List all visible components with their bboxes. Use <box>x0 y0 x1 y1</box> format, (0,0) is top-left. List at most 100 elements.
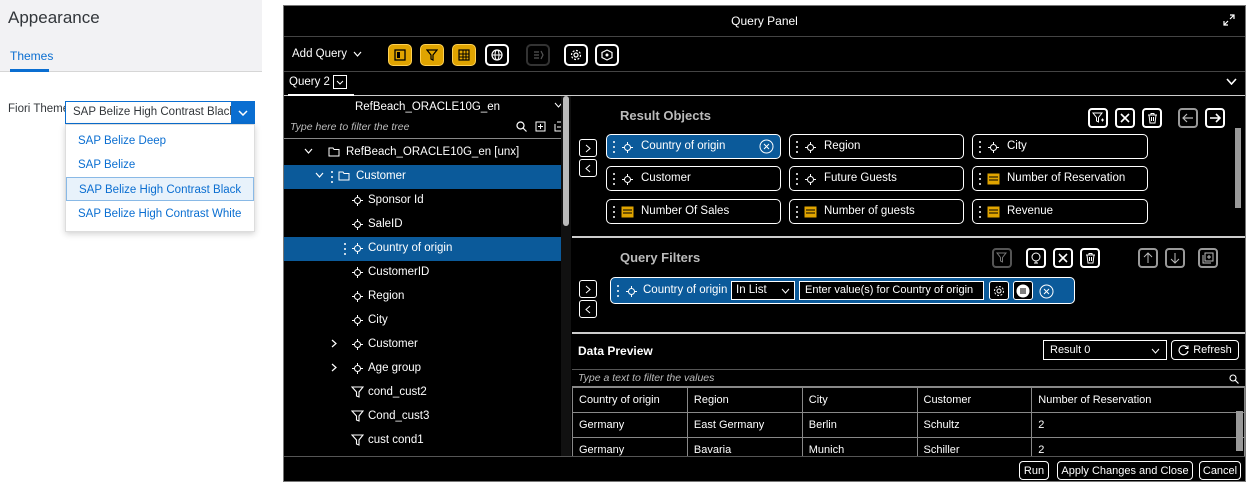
drag-handle-icon[interactable] <box>978 172 982 186</box>
tree-node-filter[interactable]: Cond_cust3 <box>284 405 561 429</box>
move-left-button[interactable] <box>1178 108 1198 128</box>
globe-button[interactable] <box>485 44 509 66</box>
result-object-chip[interactable]: Customer <box>606 166 781 191</box>
column-header[interactable]: Number of Reservation <box>1031 387 1245 413</box>
tree-node-universe[interactable]: RefBeach_ORACLE10G_en [unx] <box>284 141 561 165</box>
tree-node-filter[interactable]: cond_cust2 <box>284 381 561 405</box>
tree-node-dimension[interactable]: Customer <box>284 333 561 357</box>
add-filter-button[interactable] <box>1198 248 1218 268</box>
chevron-down-icon[interactable] <box>1226 78 1237 85</box>
search-icon[interactable] <box>1229 374 1239 384</box>
drag-handle-icon[interactable] <box>330 170 334 184</box>
remove-filter-arrow-button[interactable] <box>579 300 597 318</box>
tree-node-folder[interactable]: Customer <box>284 165 561 189</box>
remove-button[interactable] <box>1115 108 1135 128</box>
result-object-chip[interactable]: Revenue <box>972 199 1148 224</box>
tree-filter-input[interactable]: Type here to filter the tree <box>284 117 571 139</box>
drag-handle-icon[interactable] <box>616 284 620 298</box>
add-filter-arrow-button[interactable] <box>579 280 597 298</box>
add-to-results-button[interactable] <box>579 139 597 157</box>
filter-add-button[interactable] <box>1088 108 1108 128</box>
table-scrollbar-thumb[interactable] <box>1236 411 1243 451</box>
theme-option[interactable]: SAP Belize High Contrast White <box>66 202 254 226</box>
column-header[interactable]: Country of origin <box>572 387 688 413</box>
refresh-button[interactable]: Refresh <box>1171 340 1239 360</box>
results-scrollbar-thumb[interactable] <box>1235 128 1241 208</box>
tree-node-dimension[interactable]: Region <box>284 285 561 309</box>
drag-handle-icon[interactable] <box>978 205 982 219</box>
cancel-button[interactable]: Cancel <box>1199 461 1241 480</box>
properties-button[interactable] <box>564 44 588 66</box>
filter-settings-button[interactable] <box>989 281 1009 300</box>
prompt-button[interactable] <box>1026 248 1046 268</box>
data-preview-toggle-button[interactable] <box>452 44 476 66</box>
result-object-chip[interactable]: Region <box>789 134 964 159</box>
remove-all-filters-button[interactable] <box>1080 248 1100 268</box>
chevron-right-icon[interactable] <box>331 363 337 372</box>
tab-themes[interactable]: Themes <box>10 49 53 63</box>
tree-node-filter[interactable]: cust cond1 <box>284 429 561 453</box>
drag-handle-icon[interactable] <box>795 205 799 219</box>
drag-handle-icon[interactable] <box>795 140 799 154</box>
theme-option-selected[interactable]: SAP Belize High Contrast Black <box>66 177 254 201</box>
settings-button[interactable] <box>595 44 619 66</box>
tree-node-dimension-selected[interactable]: Country of origin <box>284 237 561 261</box>
filter-value-input[interactable]: Enter value(s) for Country of origin <box>799 281 984 300</box>
tree-node-dimension[interactable]: CustomerID <box>284 261 561 285</box>
column-header[interactable]: Region <box>686 387 803 413</box>
query-panel-dialog: Query Panel Add Query Query 2 RefBeach_O… <box>283 5 1246 482</box>
result-object-chip[interactable]: Number Of Sales <box>606 199 781 224</box>
filter-operator-select[interactable]: In List <box>731 281 795 300</box>
filter-toggle-button[interactable] <box>420 44 444 66</box>
search-icon[interactable] <box>516 121 527 132</box>
chevron-down-icon[interactable] <box>231 101 255 124</box>
drag-handle-icon[interactable] <box>343 242 347 256</box>
drag-handle-icon[interactable] <box>612 205 616 219</box>
filter-condition[interactable]: Country of origin In List Enter value(s)… <box>610 277 1075 304</box>
tree-scrollbar-thumb[interactable] <box>563 96 569 226</box>
expand-icon[interactable] <box>1223 14 1235 26</box>
result-object-chip[interactable]: Number of Reservation <box>972 166 1148 191</box>
sql-button[interactable] <box>526 44 550 66</box>
result-object-chip[interactable]: Future Guests <box>789 166 964 191</box>
remove-filter-condition-button[interactable] <box>1037 282 1055 300</box>
remove-all-button[interactable] <box>1142 108 1162 128</box>
filter-menu-button[interactable] <box>1013 281 1033 300</box>
column-header[interactable]: City <box>801 387 918 413</box>
theme-select[interactable]: SAP Belize High Contrast Black <box>65 101 255 124</box>
drag-handle-icon[interactable] <box>612 172 616 186</box>
filter-option-button[interactable] <box>992 248 1012 268</box>
apply-changes-button[interactable]: Apply Changes and Close <box>1057 461 1193 480</box>
add-query-button[interactable]: Add Query <box>292 48 362 60</box>
tree-node-dimension[interactable]: Sponsor Id <box>284 189 561 213</box>
run-button[interactable]: Run <box>1019 461 1049 480</box>
expand-all-icon[interactable] <box>535 121 546 132</box>
drag-handle-icon[interactable] <box>612 140 616 154</box>
chevron-down-icon[interactable] <box>332 75 347 89</box>
remove-circle-icon[interactable] <box>759 139 774 154</box>
values-filter-input[interactable]: Type a text to filter the values <box>572 369 1245 387</box>
result-object-chip[interactable]: Country of origin <box>606 134 781 159</box>
remove-from-results-button[interactable] <box>579 159 597 177</box>
panel-toggle-button[interactable] <box>388 44 412 66</box>
remove-filter-button[interactable] <box>1053 248 1073 268</box>
tree-node-dimension[interactable]: Age group <box>284 357 561 381</box>
tab-query-2[interactable]: Query 2 <box>289 75 347 89</box>
theme-option[interactable]: SAP Belize <box>66 153 254 177</box>
tree-node-dimension[interactable]: SaleID <box>284 213 561 237</box>
column-header[interactable]: Customer <box>916 387 1033 413</box>
chevron-down-icon[interactable] <box>315 172 324 178</box>
move-up-button[interactable] <box>1138 248 1158 268</box>
result-select[interactable]: Result 0 <box>1043 340 1167 360</box>
universe-select[interactable]: RefBeach_ORACLE10G_en <box>284 96 571 117</box>
move-right-button[interactable] <box>1205 108 1225 128</box>
chevron-down-icon[interactable] <box>304 148 313 154</box>
tree-node-dimension[interactable]: City <box>284 309 561 333</box>
drag-handle-icon[interactable] <box>978 140 982 154</box>
result-object-chip[interactable]: City <box>972 134 1148 159</box>
drag-handle-icon[interactable] <box>795 172 799 186</box>
move-down-button[interactable] <box>1165 248 1185 268</box>
chevron-right-icon[interactable] <box>331 339 337 348</box>
result-object-chip[interactable]: Number of guests <box>789 199 964 224</box>
theme-option[interactable]: SAP Belize Deep <box>66 129 254 153</box>
